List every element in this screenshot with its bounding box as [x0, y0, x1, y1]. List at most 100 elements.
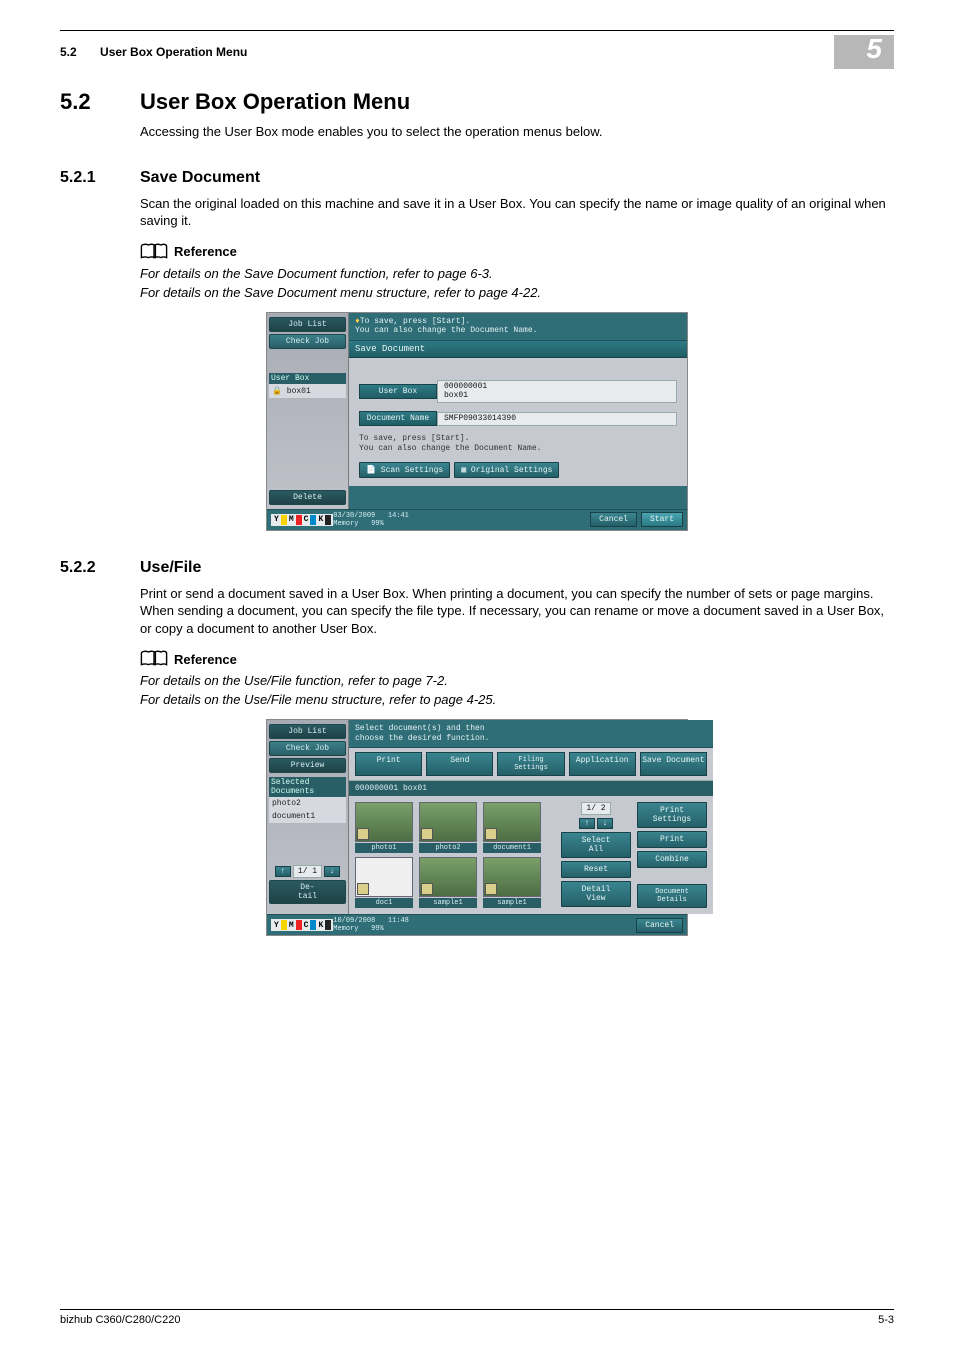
- start-button[interactable]: Start: [641, 512, 683, 527]
- document-name-label: Document Name: [359, 411, 437, 426]
- reset-button[interactable]: Reset: [561, 861, 631, 878]
- user-box-number: 000000001: [444, 382, 487, 391]
- reference-icon: [140, 649, 168, 669]
- hint-line-1: To save, press [Start].: [360, 317, 470, 326]
- job-list-button[interactable]: Job List: [269, 317, 346, 332]
- preview-button[interactable]: Preview: [269, 758, 346, 773]
- status-time: 14:41: [388, 512, 409, 520]
- memory-value: 99%: [371, 925, 384, 933]
- footer-page-number: 5-3: [878, 1314, 894, 1326]
- reference-label: Reference: [174, 652, 237, 667]
- section-number: 5.2: [60, 89, 140, 115]
- selected-item[interactable]: document1: [269, 810, 346, 823]
- page-down-icon[interactable]: ↓: [597, 818, 613, 829]
- select-all-button[interactable]: Select All: [561, 832, 631, 858]
- section-heading: 5.2 User Box Operation Menu: [60, 89, 894, 115]
- tab-send[interactable]: Send: [426, 752, 493, 776]
- reference-line: For details on the Save Document functio…: [140, 266, 894, 281]
- save-document-screenshot: Job List Check Job User Box 🔒 box01 Dele…: [266, 312, 688, 531]
- toner-indicator: Y M C K: [271, 919, 333, 931]
- status-date: 10/09/2008: [333, 917, 375, 925]
- subsection-heading: 5.2.2 Use/File: [60, 559, 894, 577]
- thumb-type-icon: [485, 883, 497, 895]
- hint-line-2: You can also change the Document Name.: [355, 326, 537, 335]
- thumb-type-icon: [357, 883, 369, 895]
- subsection-number: 5.2.2: [60, 559, 140, 577]
- cancel-button[interactable]: Cancel: [590, 512, 637, 527]
- breadcrumb: 000000001 box01: [349, 781, 713, 796]
- original-settings-button[interactable]: ▦ Original Settings: [454, 462, 559, 478]
- selected-documents-label: Selected Documents: [269, 777, 346, 797]
- thumb-type-icon: [421, 828, 433, 840]
- header-section-number: 5.2: [60, 45, 77, 59]
- memory-label: Memory: [333, 520, 358, 528]
- subsection-number: 5.2.1: [60, 169, 140, 187]
- toner-indicator: Y M C K: [271, 514, 333, 526]
- tab-application[interactable]: Application: [569, 752, 636, 776]
- status-time: 11:48: [388, 917, 409, 925]
- thumb-caption[interactable]: photo1: [355, 843, 413, 853]
- cancel-button[interactable]: Cancel: [636, 918, 683, 933]
- user-box-field-value[interactable]: 000000001 box01: [437, 380, 677, 404]
- page-down-icon[interactable]: ↓: [324, 866, 340, 877]
- box-item[interactable]: box01: [287, 387, 311, 396]
- thumb-caption[interactable]: sample1: [419, 898, 477, 908]
- body-hint-2: You can also change the Document Name.: [359, 444, 541, 453]
- thumbnail-grid: photo1 photo2 document1 doc1 sample1 sam…: [355, 802, 541, 908]
- header-section-title: User Box Operation Menu: [100, 45, 247, 59]
- document-details-button[interactable]: Document Details: [637, 884, 707, 908]
- user-box-field-label: User Box: [359, 384, 437, 399]
- user-box-name: box01: [444, 391, 468, 400]
- page-header: 5.2 User Box Operation Menu 5: [60, 35, 894, 69]
- thumb-caption[interactable]: document1: [483, 843, 541, 853]
- tab-print[interactable]: Print: [355, 752, 422, 776]
- thumb-type-icon: [421, 883, 433, 895]
- selected-item[interactable]: photo2: [269, 797, 346, 810]
- use-file-screenshot: Job List Check Job Preview Selected Docu…: [266, 719, 688, 936]
- subsection-title: Use/File: [140, 559, 201, 577]
- subsection-title: Save Document: [140, 169, 260, 187]
- thumb-type-icon: [357, 828, 369, 840]
- page-up-icon[interactable]: ↑: [579, 818, 595, 829]
- section-title: User Box Operation Menu: [140, 89, 410, 115]
- status-date: 03/30/2009: [333, 512, 375, 520]
- check-job-button[interactable]: Check Job: [269, 741, 346, 756]
- reference-label: Reference: [174, 244, 237, 259]
- page-footer: bizhub C360/C280/C220 5-3: [60, 1309, 894, 1326]
- tab-save-document[interactable]: Save Document: [640, 752, 707, 776]
- intro-paragraph: Accessing the User Box mode enables you …: [140, 123, 894, 141]
- hint-line-2: choose the desired function.: [355, 734, 489, 743]
- detail-view-button[interactable]: Detail View: [561, 881, 631, 907]
- job-list-button[interactable]: Job List: [269, 724, 346, 739]
- combine-button[interactable]: Combine: [637, 851, 707, 868]
- page-up-icon[interactable]: ↑: [275, 866, 291, 877]
- panel-title: Save Document: [349, 341, 687, 358]
- thumb-caption[interactable]: doc1: [355, 898, 413, 908]
- print-button[interactable]: Print: [637, 831, 707, 848]
- use-file-body: Print or send a document saved in a User…: [140, 585, 894, 638]
- chapter-number-badge: 5: [834, 35, 894, 69]
- right-pager: 1/ 2: [581, 802, 610, 815]
- tab-filing-settings[interactable]: Filing Settings: [497, 752, 564, 776]
- user-box-label: User Box: [269, 373, 346, 384]
- thumb-caption[interactable]: photo2: [419, 843, 477, 853]
- left-pager: 1/ 1: [293, 865, 322, 878]
- thumb-caption[interactable]: sample1: [483, 898, 541, 908]
- reference-icon: [140, 242, 168, 262]
- check-job-button[interactable]: Check Job: [269, 334, 346, 349]
- detail-button[interactable]: De- tail: [269, 880, 346, 904]
- hint-line-1: Select document(s) and then: [355, 724, 485, 733]
- document-name-value[interactable]: SMFP09033014390: [437, 412, 677, 427]
- subsection-heading: 5.2.1 Save Document: [60, 169, 894, 187]
- body-hint-1: To save, press [Start].: [359, 434, 469, 443]
- delete-button[interactable]: Delete: [269, 490, 346, 505]
- reference-line: For details on the Use/File function, re…: [140, 673, 894, 688]
- memory-value: 99%: [371, 520, 384, 528]
- thumb-type-icon: [485, 828, 497, 840]
- reference-line: For details on the Save Document menu st…: [140, 285, 894, 300]
- reference-line: For details on the Use/File menu structu…: [140, 692, 894, 707]
- save-document-body: Scan the original loaded on this machine…: [140, 195, 894, 230]
- scan-settings-button[interactable]: 📄 Scan Settings: [359, 462, 450, 478]
- footer-model: bizhub C360/C280/C220: [60, 1314, 180, 1326]
- print-settings-button[interactable]: Print Settings: [637, 802, 707, 828]
